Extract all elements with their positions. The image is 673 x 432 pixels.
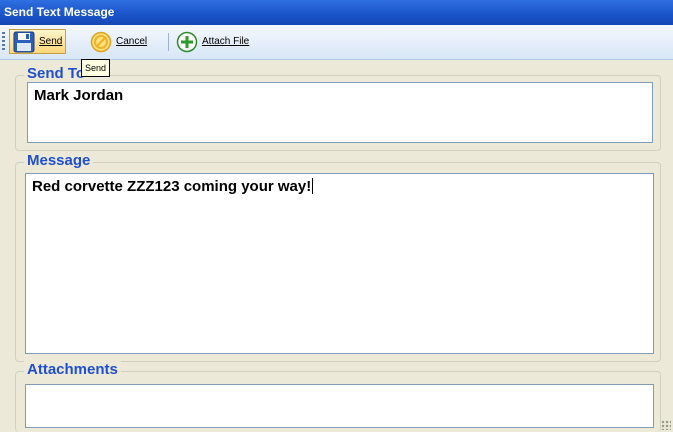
message-group: Message Red corvette ZZZ123 coming your … — [15, 152, 661, 362]
send-text-message-window: Send Text Message Send Cancel Attach Fil… — [0, 0, 673, 432]
window-title: Send Text Message — [0, 0, 673, 25]
message-value: Red corvette ZZZ123 coming your way! — [32, 178, 312, 195]
attach-file-button-label: Attach File — [202, 36, 250, 47]
message-field[interactable]: Red corvette ZZZ123 coming your way! — [25, 173, 654, 354]
resize-grip[interactable] — [661, 420, 671, 430]
attachments-list[interactable] — [25, 384, 654, 428]
send-to-label: Send To — [24, 65, 89, 82]
attachments-group: Attachments — [15, 361, 661, 432]
attach-file-button[interactable]: Attach File — [173, 29, 252, 54]
cancel-icon — [90, 31, 112, 53]
toolbar: Send Cancel Attach File — [0, 25, 673, 60]
cancel-button-label: Cancel — [116, 36, 148, 47]
floppy-disk-icon — [13, 31, 35, 53]
send-to-field[interactable]: Mark Jordan — [27, 82, 653, 143]
toolbar-separator — [168, 33, 169, 51]
add-icon — [176, 31, 198, 53]
toolbar-grip[interactable] — [2, 32, 5, 50]
send-tooltip: Send — [81, 59, 111, 77]
send-to-group: Send To Mark Jordan — [15, 65, 661, 151]
send-button-label: Send — [39, 36, 63, 47]
text-cursor — [312, 178, 314, 194]
message-label: Message — [24, 152, 94, 169]
send-to-value: Mark Jordan — [34, 87, 124, 104]
cancel-button[interactable]: Cancel — [87, 29, 150, 54]
attachments-label: Attachments — [24, 361, 121, 378]
send-button[interactable]: Send — [9, 29, 67, 54]
